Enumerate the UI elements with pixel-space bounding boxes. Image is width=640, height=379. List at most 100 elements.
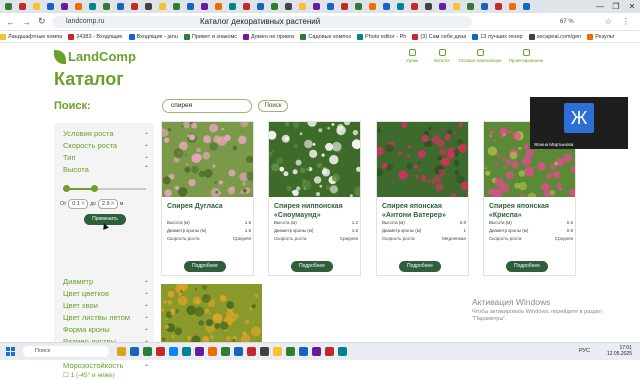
taskbar-app-icon[interactable] xyxy=(338,347,347,356)
taskbar-app-icon[interactable] xyxy=(143,347,152,356)
browser-tab[interactable] xyxy=(142,2,154,11)
reload-icon[interactable]: ↻ xyxy=(38,16,48,27)
browser-tab[interactable] xyxy=(352,2,364,11)
taskbar-app-icon[interactable] xyxy=(286,347,295,356)
browser-tab[interactable] xyxy=(58,2,70,11)
taskbar-app-icon[interactable] xyxy=(208,347,217,356)
filter-7[interactable]: Цвет листвы летом ⌄ xyxy=(63,313,149,322)
browser-tab[interactable] xyxy=(282,2,294,11)
back-icon[interactable]: ← xyxy=(6,17,16,27)
browser-tab[interactable] xyxy=(100,2,112,11)
filter-0[interactable]: Условия роста ⌄ xyxy=(63,129,149,138)
language-indicator[interactable]: РУС xyxy=(579,348,590,354)
bookmark-item[interactable]: Photo editor - Ph xyxy=(357,33,406,40)
browser-tab[interactable] xyxy=(44,2,56,11)
browser-tab[interactable] xyxy=(212,2,224,11)
slider-max-handle[interactable] xyxy=(91,185,98,192)
product-title[interactable]: Спирея Дугласа xyxy=(167,202,253,211)
browser-tab[interactable] xyxy=(30,2,42,11)
bookmark-item[interactable]: Домен не привяз xyxy=(243,33,294,40)
product-card[interactable]: Спирея японская «Антони Ватерер» Высота (… xyxy=(374,121,470,276)
filter-11[interactable]: Морозостойкость ⌄ xyxy=(63,361,149,370)
details-button[interactable]: Подробнее xyxy=(291,261,333,272)
taskbar-app-icon[interactable] xyxy=(312,347,321,356)
windows-start-icon[interactable] xyxy=(6,347,15,356)
details-button[interactable]: Подробнее xyxy=(506,261,548,272)
product-card[interactable]: Спирея Дугласа Высота (м) 1.5 Диаметр кроны… xyxy=(160,119,256,276)
browser-tab[interactable] xyxy=(520,2,532,11)
zoom-level[interactable]: 67 % xyxy=(560,19,574,25)
slider-min-handle[interactable] xyxy=(63,185,70,192)
browser-tab[interactable] xyxy=(408,2,420,11)
browser-tab[interactable] xyxy=(16,2,28,11)
browser-tab[interactable] xyxy=(506,2,518,11)
system-clock[interactable]: 17:01 12.05.2025 xyxy=(607,345,632,357)
filter-4[interactable]: Диаметр ⌄ xyxy=(63,277,149,286)
bookmark-item[interactable]: Садовые композ xyxy=(300,33,351,40)
video-call-overlay[interactable]: Ж Жанна Мартынова xyxy=(530,97,628,149)
browser-tab[interactable] xyxy=(72,2,84,11)
product-title[interactable]: Спирея ниппонская «Сноумаунд» xyxy=(274,202,360,220)
partial-product-card[interactable] xyxy=(161,284,262,342)
clear-from-icon[interactable]: ✕ xyxy=(81,200,86,208)
frost-option[interactable]: ☐ 1 (-45° и ниже) xyxy=(63,371,115,379)
height-to-input[interactable]: 2.9 ✕ xyxy=(97,199,118,209)
taskbar-app-icon[interactable] xyxy=(234,347,243,356)
browser-tab[interactable] xyxy=(156,2,168,11)
browser-tab[interactable] xyxy=(380,2,392,11)
browser-tab[interactable] xyxy=(366,2,378,11)
browser-tab[interactable] xyxy=(464,2,476,11)
site-logo[interactable]: LandComp xyxy=(54,49,136,64)
search-button[interactable]: Поиск xyxy=(258,100,288,112)
height-from-input[interactable]: 0.1 ✕ xyxy=(68,199,89,209)
taskbar-app-icon[interactable] xyxy=(182,347,191,356)
minimize-button[interactable]: — xyxy=(592,0,608,13)
taskbar-app-icon[interactable] xyxy=(247,347,256,356)
product-title[interactable]: Спирея японская «Криспа» xyxy=(489,202,575,220)
taskbar-app-icon[interactable] xyxy=(325,347,334,356)
taskbar-app-icon[interactable] xyxy=(221,347,230,356)
nav-item[interactable]: Проектирование xyxy=(504,49,548,63)
browser-tab[interactable] xyxy=(436,2,448,11)
forward-icon[interactable]: → xyxy=(22,17,32,27)
browser-tab[interactable] xyxy=(226,2,238,11)
nav-item[interactable]: Каталог xyxy=(428,49,456,63)
nav-item[interactable]: Уроки xyxy=(398,49,426,63)
bookmark-item[interactable]: Результ xyxy=(587,33,615,40)
browser-tab[interactable] xyxy=(240,2,252,11)
filter-5[interactable]: Цвет цветков ⌄ xyxy=(63,289,149,298)
taskbar-app-icon[interactable] xyxy=(169,347,178,356)
bookmark-item[interactable]: Привет и знакомс xyxy=(183,33,237,40)
taskbar-app-icon[interactable] xyxy=(260,347,269,356)
browser-tab[interactable] xyxy=(450,2,462,11)
filter-3[interactable]: Высота ⌃ xyxy=(63,165,149,174)
maximize-button[interactable]: ❐ xyxy=(608,0,624,13)
browser-tab[interactable] xyxy=(198,2,210,11)
taskbar-app-icon[interactable] xyxy=(273,347,282,356)
bookmark-item[interactable]: 13 лучших генер xyxy=(472,33,523,40)
browser-toolbar-icons[interactable]: ☆ ⋮ xyxy=(605,17,634,26)
height-range-slider[interactable] xyxy=(63,185,146,192)
taskbar-app-icon[interactable] xyxy=(299,347,308,356)
browser-tab[interactable] xyxy=(2,2,14,11)
browser-tab[interactable] xyxy=(310,2,322,11)
close-window-button[interactable]: ✕ xyxy=(624,0,640,13)
browser-tab[interactable] xyxy=(478,2,490,11)
browser-tab[interactable] xyxy=(338,2,350,11)
browser-tab[interactable] xyxy=(268,2,280,11)
filter-1[interactable]: Скорость роста ⌄ xyxy=(63,141,149,150)
details-button[interactable]: Подробнее xyxy=(399,261,441,272)
taskbar-search[interactable]: Поиск xyxy=(23,346,109,357)
product-card[interactable]: Спирея ниппонская «Сноумаунд» Высота (м) 1… xyxy=(267,117,365,276)
bookmark-item[interactable]: Входящие - janu xyxy=(128,33,178,40)
bookmark-item[interactable]: 24383 - Входящие xyxy=(68,33,123,40)
filter-6[interactable]: Цвет хвои ⌄ xyxy=(63,301,149,310)
browser-tab[interactable] xyxy=(86,2,98,11)
details-button[interactable]: Подробнее xyxy=(184,261,226,272)
filter-2[interactable]: Тип ⌄ xyxy=(63,153,149,162)
bookmark-item[interactable]: (3) Сам себе диза xyxy=(412,33,466,40)
taskbar-app-icon[interactable] xyxy=(156,347,165,356)
browser-tab[interactable] xyxy=(422,2,434,11)
browser-tab[interactable] xyxy=(128,2,140,11)
browser-tab[interactable] xyxy=(394,2,406,11)
